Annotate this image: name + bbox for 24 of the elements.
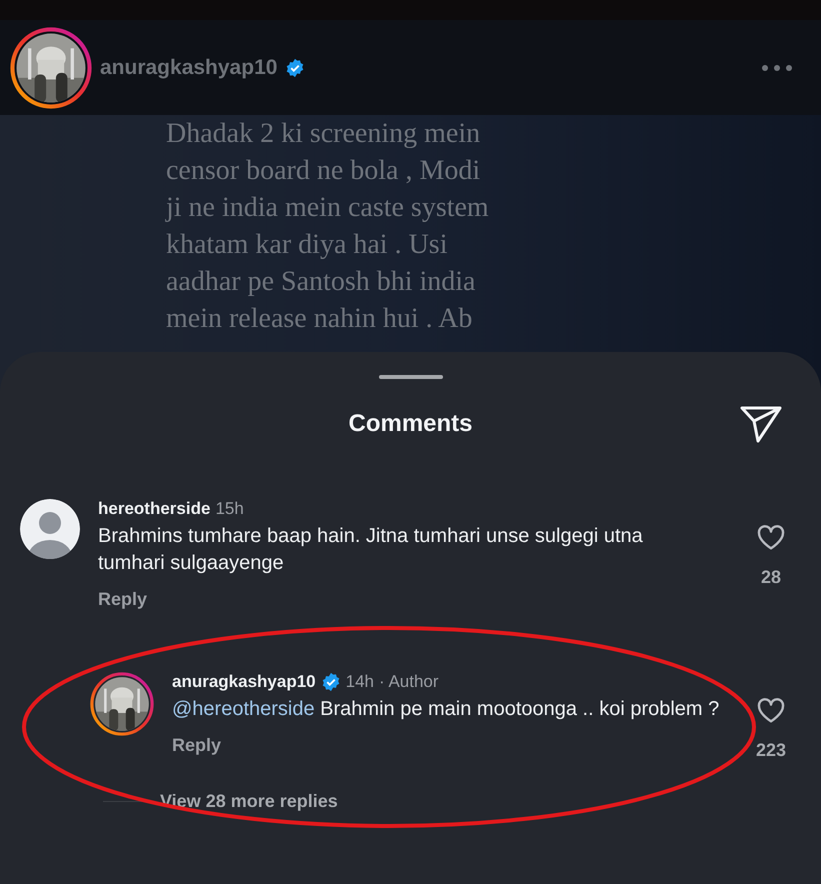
comment-username[interactable]: hereotherside	[98, 499, 210, 519]
post-text-line: ji ne india mein caste system	[166, 191, 490, 225]
username[interactable]: anuragkashyap10	[100, 56, 278, 80]
like-count: 28	[760, 567, 782, 588]
sheet-title: Comments	[348, 410, 473, 438]
post-text-line: khatam kar diya hai . Usi	[166, 228, 448, 262]
send-icon[interactable]	[739, 404, 783, 444]
more-options-icon[interactable]	[761, 64, 793, 72]
reply-link[interactable]: Reply	[172, 735, 222, 756]
mention-link[interactable]: @hereotherside	[172, 698, 315, 720]
author-label: · Author	[379, 672, 439, 692]
avatar-icon[interactable]	[20, 499, 80, 559]
comment-time: 15h	[215, 499, 244, 519]
post-text-line: mein release nahin hui . Ab	[166, 302, 474, 336]
drag-handle[interactable]	[378, 375, 442, 379]
reply-link[interactable]: Reply	[98, 589, 148, 610]
comment-username[interactable]: anuragkashyap10	[172, 672, 316, 692]
post-text-line: aadhar pe Santosh bhi india	[166, 265, 476, 299]
comment-text: @hereotherside Brahmin pe main mootoonga .. koi problem ?	[172, 697, 720, 722]
like-count: 223	[756, 740, 786, 761]
comment-time: 14h	[346, 672, 374, 692]
post-text-line: censor board ne bola , Modi	[166, 154, 482, 188]
comment-text: Brahmins tumhare baap hain. Jitna tumhari unse sulgegi utna tumhari sulgaayenge	[98, 524, 644, 576]
post-text-line: Dhadak 2 ki screening mein	[166, 117, 482, 151]
